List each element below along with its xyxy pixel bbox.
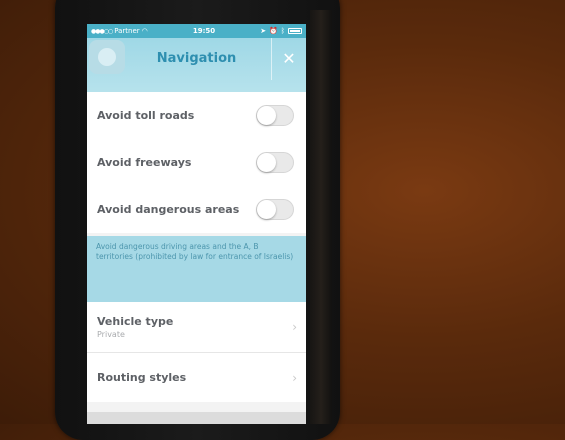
- setting-avoid-freeways: Avoid freeways: [87, 139, 306, 186]
- routing-styles-label: Routing styles: [97, 371, 187, 384]
- settings-list: Avoid toll roads Avoid freeways Avoid da…: [87, 92, 306, 233]
- avoid-dangerous-areas-toggle[interactable]: [256, 199, 294, 220]
- vehicle-type-value: Private: [97, 330, 125, 339]
- chevron-right-icon: ›: [292, 370, 297, 385]
- toggle-knob: [257, 153, 276, 172]
- signal-strength-icon: ●●●○○: [91, 27, 113, 35]
- chevron-right-icon: ›: [292, 320, 297, 334]
- setting-avoid-dangerous-areas: Avoid dangerous areas: [87, 186, 306, 233]
- location-arrow-icon: ➤: [260, 27, 267, 35]
- dangerous-areas-info: Avoid dangerous driving areas and the A,…: [87, 236, 306, 302]
- vehicle-type-label: Vehicle type: [97, 315, 174, 328]
- setting-avoid-toll-roads: Avoid toll roads: [87, 92, 306, 139]
- vehicle-type-row[interactable]: Vehicle type Private ›: [87, 302, 306, 352]
- status-time: 19:50: [192, 27, 216, 35]
- avoid-freeways-toggle[interactable]: [256, 152, 294, 173]
- phone-screen: ●●●○○ Partner ◠ 19:50 ➤ ⏰ ᛒ Navigation ✕…: [87, 24, 306, 416]
- setting-label: Avoid freeways: [97, 156, 192, 169]
- phone-edge-reflection: [310, 10, 332, 424]
- alarm-icon: ⏰: [269, 27, 278, 35]
- toggle-knob: [257, 200, 276, 219]
- routing-styles-row[interactable]: Routing styles ›: [87, 352, 306, 402]
- navigation-header: Navigation ✕: [87, 38, 306, 96]
- status-left: ●●●○○ Partner ◠: [91, 27, 148, 35]
- status-bar: ●●●○○ Partner ◠ 19:50 ➤ ⏰ ᛒ: [87, 24, 306, 38]
- setting-label: Avoid toll roads: [97, 109, 195, 122]
- close-icon: ✕: [282, 49, 296, 68]
- bluetooth-icon: ᛒ: [280, 27, 285, 35]
- screen-bottom-edge: [87, 412, 306, 424]
- status-right: ➤ ⏰ ᛒ: [260, 27, 302, 35]
- carrier-name: Partner: [114, 27, 140, 35]
- wifi-icon: ◠: [141, 27, 148, 35]
- close-button[interactable]: ✕: [271, 38, 306, 80]
- navigation-options: Vehicle type Private › Routing styles ›: [87, 302, 306, 402]
- toggle-knob: [257, 106, 276, 125]
- setting-label: Avoid dangerous areas: [97, 203, 240, 216]
- avoid-toll-roads-toggle[interactable]: [256, 105, 294, 126]
- battery-icon: [288, 28, 302, 34]
